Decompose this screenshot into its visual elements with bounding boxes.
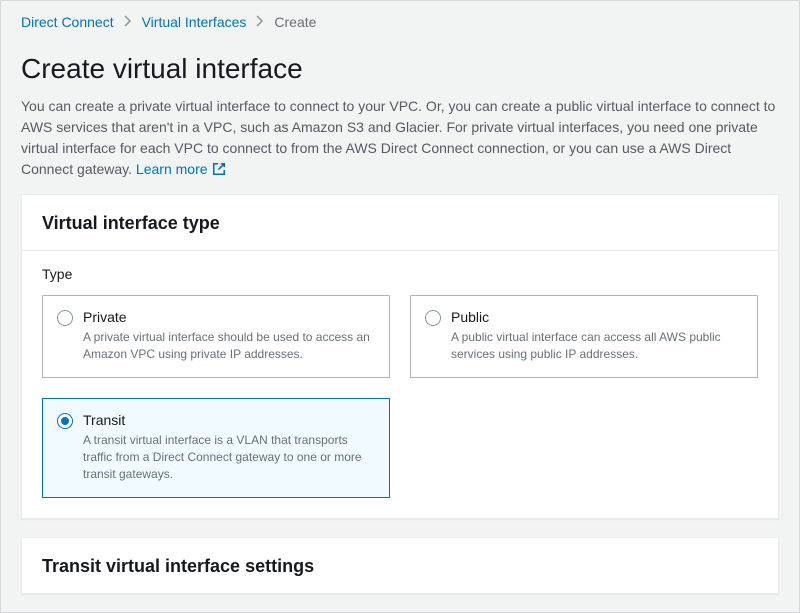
page-description: You can create a private virtual interfa… [21,96,779,180]
radio-tile-public[interactable]: Public A public virtual interface can ac… [410,295,758,378]
radio-label-transit: Transit [83,411,375,431]
breadcrumb-direct-connect[interactable]: Direct Connect [21,13,114,33]
learn-more-link[interactable]: Learn more [136,159,226,180]
transit-settings-panel: Transit virtual interface settings [21,537,779,594]
radio-desc-transit: A transit virtual interface is a VLAN th… [83,432,375,482]
radio-icon [425,310,441,326]
radio-desc-private: A private virtual interface should be us… [83,329,375,363]
type-field-label: Type [42,265,758,285]
page-title: Create virtual interface [21,49,779,88]
radio-icon [57,413,73,429]
panel-title: Transit virtual interface settings [42,554,758,579]
breadcrumb-virtual-interfaces[interactable]: Virtual Interfaces [142,13,247,33]
radio-label-public: Public [451,308,743,328]
chevron-right-icon [256,13,264,33]
radio-icon [57,310,73,326]
radio-tile-transit[interactable]: Transit A transit virtual interface is a… [42,398,390,498]
panel-title: Virtual interface type [42,211,758,236]
radio-desc-public: A public virtual interface can access al… [451,329,743,363]
external-link-icon [212,162,226,176]
radio-label-private: Private [83,308,375,328]
virtual-interface-type-panel: Virtual interface type Type Private A pr… [21,194,779,519]
breadcrumb: Direct Connect Virtual Interfaces Create [1,1,799,41]
breadcrumb-current: Create [274,13,316,33]
radio-tile-private[interactable]: Private A private virtual interface shou… [42,295,390,378]
chevron-right-icon [124,13,132,33]
